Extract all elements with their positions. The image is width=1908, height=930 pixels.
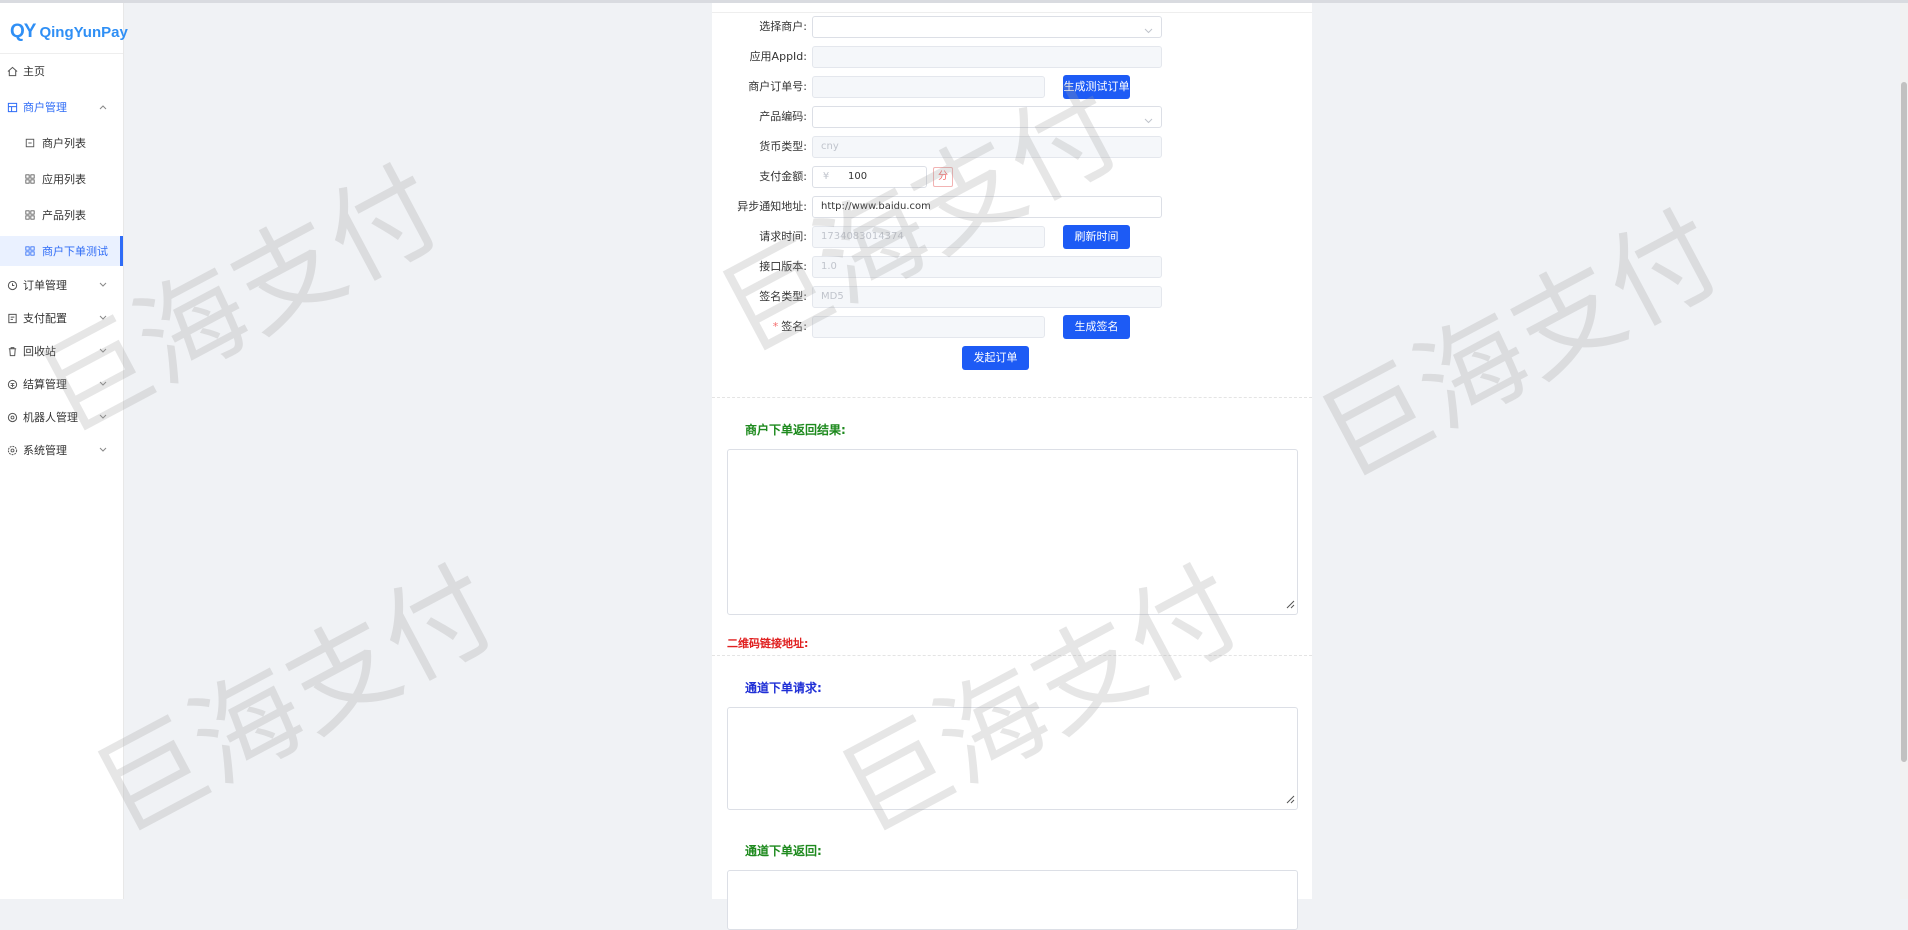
sidebar-item-label: 订单管理 <box>23 279 67 292</box>
sidebar-item-label: 商户下单测试 <box>42 245 108 258</box>
refresh-time-button[interactable]: 刷新时间 <box>1063 225 1130 249</box>
sidebar-item-label: 主页 <box>23 65 45 78</box>
resize-handle-icon[interactable] <box>1285 598 1295 612</box>
channel-request-title: 通道下单请求: <box>745 681 822 695</box>
sidebar: QY QingYunPay 主页 商户管理 商户列表 应用列表 产品列表 商户下… <box>0 3 128 899</box>
sign-type-label: 签名类型: <box>759 290 807 303</box>
order-icon <box>6 279 18 291</box>
order-test-panel: 选择商户: 应用AppId: 商户订单号: 生成测试订单号 产品编码: 货币类型… <box>712 3 1312 930</box>
merchant-label: 选择商户: <box>759 20 807 33</box>
chevron-down-icon <box>1144 22 1153 37</box>
appid-field[interactable] <box>812 46 1162 68</box>
sidebar-item-label: 产品列表 <box>42 209 86 222</box>
home-icon <box>6 65 18 77</box>
generate-sign-button[interactable]: 生成签名 <box>1063 315 1130 339</box>
sidebar-item-label: 回收站 <box>23 345 56 358</box>
watermark: 巨海支付 <box>1300 189 1741 503</box>
request-time-field[interactable]: 1734083014374 <box>812 226 1045 248</box>
chevron-down-icon <box>97 378 109 390</box>
sidebar-item-merchant-list[interactable]: 商户列表 <box>0 128 123 158</box>
generate-order-no-button[interactable]: 生成测试订单号 <box>1063 75 1130 117</box>
version-field[interactable]: 1.0 <box>812 256 1162 278</box>
section-divider <box>712 397 1312 398</box>
scrollbar-thumb[interactable] <box>1901 82 1907 762</box>
sidebar-item-merchant-management[interactable]: 商户管理 <box>0 92 123 122</box>
sidebar-item-label: 应用列表 <box>42 173 86 186</box>
submit-order-button[interactable]: 发起订单 <box>962 346 1029 370</box>
sidebar-item-label: 系统管理 <box>23 444 67 457</box>
grid-icon <box>24 245 36 257</box>
merchant-select[interactable] <box>812 16 1162 38</box>
channel-response-title: 通道下单返回: <box>745 844 822 858</box>
chevron-down-icon <box>97 444 109 456</box>
sidebar-item-recycle-bin[interactable]: 回收站 <box>0 336 123 366</box>
channel-request-textarea[interactable] <box>727 707 1298 810</box>
currency-label: 货币类型: <box>759 140 807 153</box>
sidebar-item-settlement[interactable]: 结算管理 <box>0 369 123 399</box>
order-no-label: 商户订单号: <box>748 80 807 93</box>
list-icon <box>24 137 36 149</box>
robot-icon <box>6 411 18 423</box>
grid-icon <box>24 209 36 221</box>
currency-prefix: ¥ <box>822 171 830 182</box>
sidebar-item-label: 商户列表 <box>42 137 86 150</box>
chevron-down-icon <box>97 345 109 357</box>
currency-field[interactable]: cny <box>812 136 1162 158</box>
sidebar-item-label: 商户管理 <box>23 101 67 114</box>
sign-type-field[interactable]: MD5 <box>812 286 1162 308</box>
channel-response-textarea[interactable] <box>727 870 1298 930</box>
config-icon <box>6 312 18 324</box>
brand-logo[interactable]: QY QingYunPay <box>10 17 128 47</box>
chevron-down-icon <box>1144 112 1153 127</box>
product-code-label: 产品编码: <box>759 110 807 123</box>
required-asterisk: * <box>772 320 779 333</box>
chevron-down-icon <box>97 279 109 291</box>
logo-divider <box>0 53 123 54</box>
amount-unit-badge: 分 <box>933 167 953 187</box>
trash-icon <box>6 345 18 357</box>
brand-name: QingYunPay <box>39 23 128 41</box>
sidebar-item-label: 支付配置 <box>23 312 67 325</box>
settings-icon <box>6 444 18 456</box>
chevron-up-icon <box>97 101 109 113</box>
merchant-icon <box>6 101 18 113</box>
product-code-select[interactable] <box>812 106 1162 128</box>
merchant-result-title: 商户下单返回结果: <box>745 423 846 437</box>
watermark: 巨海支付 <box>75 544 516 858</box>
sign-label-text: 签名: <box>781 320 807 333</box>
sidebar-item-payment-config[interactable]: 支付配置 <box>0 303 123 333</box>
request-time-label: 请求时间: <box>759 230 807 243</box>
resize-handle-icon[interactable] <box>1285 793 1295 807</box>
notify-url-label: 异步通知地址: <box>737 200 807 213</box>
merchant-result-textarea[interactable] <box>727 449 1298 615</box>
sidebar-item-home[interactable]: 主页 <box>0 56 123 86</box>
sidebar-item-label: 机器人管理 <box>23 411 78 424</box>
amount-value: 100 <box>848 171 868 182</box>
chevron-down-icon <box>97 312 109 324</box>
chevron-down-icon <box>97 411 109 423</box>
panel-top-divider <box>712 12 1312 13</box>
amount-label: 支付金额: <box>759 170 807 183</box>
appid-label: 应用AppId: <box>749 50 807 63</box>
sidebar-item-product-list[interactable]: 产品列表 <box>0 200 123 230</box>
sign-label: * 签名: <box>712 316 807 338</box>
order-no-field[interactable] <box>812 76 1045 98</box>
section-divider <box>712 655 1312 656</box>
qr-link-title: 二维码链接地址: <box>727 637 809 650</box>
version-label: 接口版本: <box>759 260 807 273</box>
sidebar-item-app-list[interactable]: 应用列表 <box>0 164 123 194</box>
sidebar-item-order-test[interactable]: 商户下单测试 <box>0 236 123 266</box>
sidebar-item-order-management[interactable]: 订单管理 <box>0 270 123 300</box>
settle-icon <box>6 378 18 390</box>
sidebar-item-label: 结算管理 <box>23 378 67 391</box>
sidebar-item-system[interactable]: 系统管理 <box>0 435 123 465</box>
notify-url-field[interactable]: http://www.baidu.com <box>812 196 1162 218</box>
sign-field[interactable] <box>812 316 1045 338</box>
brand-mark: QY <box>10 21 36 42</box>
amount-input[interactable]: ¥ 100 <box>812 166 927 188</box>
sidebar-item-robot[interactable]: 机器人管理 <box>0 402 123 432</box>
grid-icon <box>24 173 36 185</box>
